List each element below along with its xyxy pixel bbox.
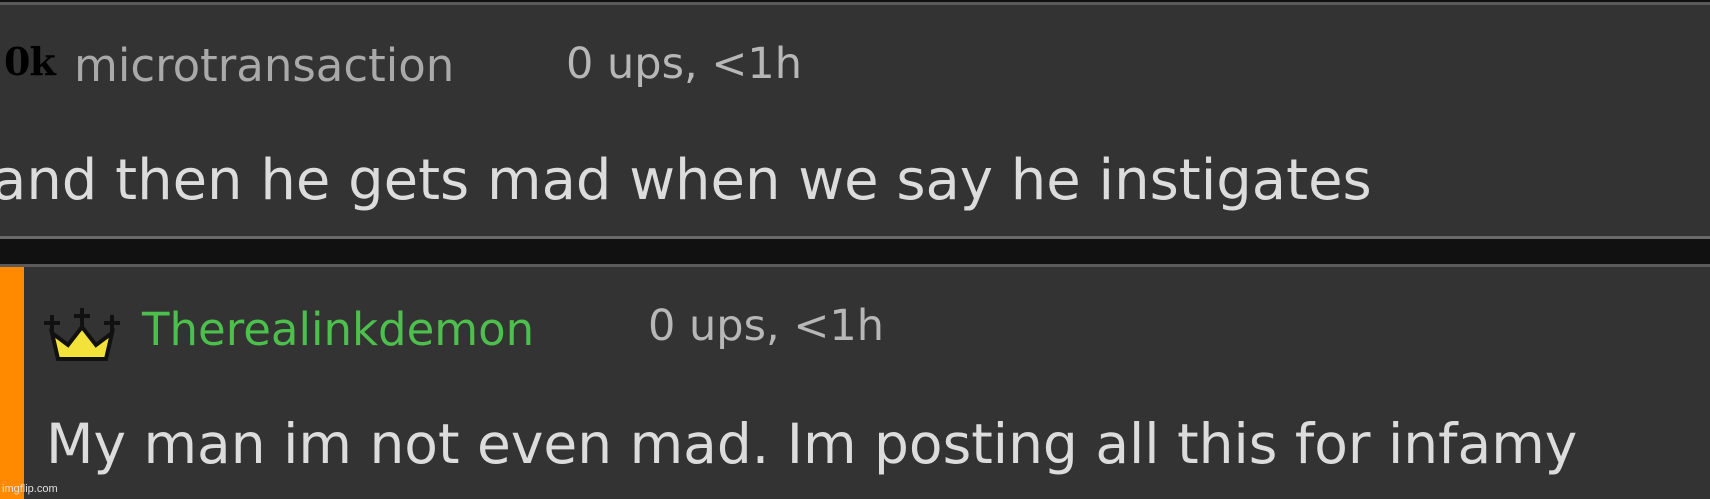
crown-icon <box>44 308 120 361</box>
user-points-badge: 0k <box>4 39 56 84</box>
reply-comment: Therealinkdemon 0 ups, <1h My man im not… <box>0 264 1710 499</box>
comment-divider <box>0 239 1710 264</box>
comment-meta: 0 ups, <1h <box>648 301 884 351</box>
comment-username[interactable]: Therealinkdemon <box>142 307 534 352</box>
comment-meta: 0 ups, <1h <box>566 39 802 89</box>
reply-accent-bar <box>0 267 24 499</box>
comment-text: and then he gets mad when we say he inst… <box>0 148 1372 213</box>
comment-text: My man im not even mad. Im posting all t… <box>46 412 1578 476</box>
comment: 0k microtransaction 0 ups, <1h and then … <box>0 2 1710 239</box>
imgflip-watermark: imgflip.com <box>2 483 58 495</box>
comment-username[interactable]: microtransaction <box>74 43 454 88</box>
comment-thread: 0k microtransaction 0 ups, <1h and then … <box>0 0 1710 499</box>
